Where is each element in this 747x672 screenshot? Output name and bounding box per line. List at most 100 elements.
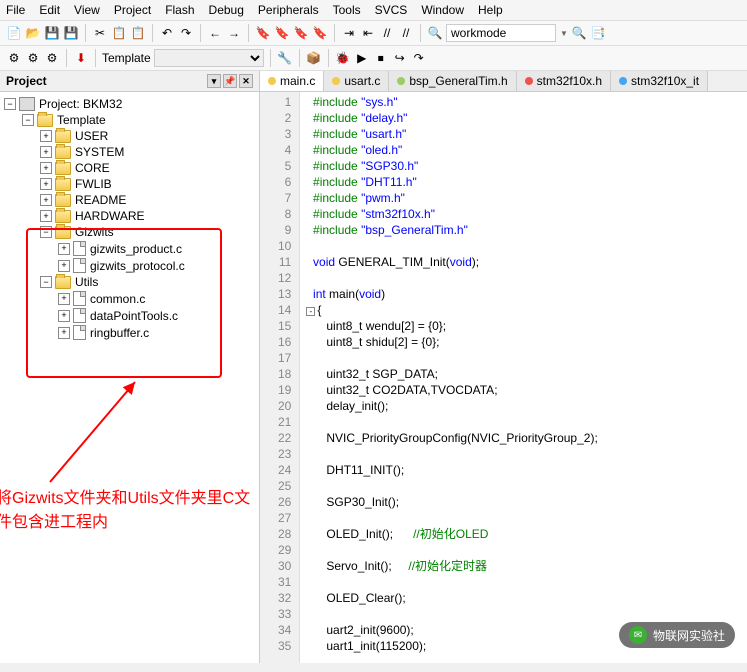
watermark-text: 物联网实验社 [653, 627, 725, 644]
tree-file-ringbuffer-c[interactable]: +ringbuffer.c [4, 324, 255, 341]
build-icon[interactable]: ⚙ [6, 50, 22, 66]
rebuild-icon[interactable]: ⚙ [25, 50, 41, 66]
menu-flash[interactable]: Flash [165, 3, 194, 17]
tab-status-icon [525, 77, 533, 85]
tree-folder-utils[interactable]: −Utils [4, 274, 255, 290]
copy-icon[interactable]: 📋 [111, 25, 127, 41]
toolbar-1: 📄 📂 💾 💾 ✂ 📋 📋 ↶ ↷ ← → 🔖 🔖 🔖 🔖 ⇥ ⇤ // // … [0, 21, 747, 46]
menu-debug[interactable]: Debug [209, 3, 244, 17]
open-icon[interactable]: 📂 [25, 25, 41, 41]
menu-help[interactable]: Help [478, 3, 503, 17]
folder-icon [55, 210, 71, 223]
project-panel-title: Project ▾ 📌 ✕ [0, 71, 259, 92]
project-title-text: Project [6, 74, 47, 88]
tree-folder-gizwits[interactable]: −Gizwits [4, 224, 255, 240]
folder-icon [55, 226, 71, 239]
build-all-icon[interactable]: ⚙ [44, 50, 60, 66]
indent-icon[interactable]: ⇥ [341, 25, 357, 41]
tab-status-icon [268, 77, 276, 85]
tree-file-gizwits_protocol-c[interactable]: +gizwits_protocol.c [4, 257, 255, 274]
project-icon [19, 97, 35, 111]
tree-file-dataPointTools-c[interactable]: +dataPointTools.c [4, 307, 255, 324]
paste-icon[interactable]: 📋 [130, 25, 146, 41]
file-icon [73, 291, 86, 306]
code-view[interactable]: 1234567891011121314151617181920212223242… [260, 92, 747, 663]
tab-usart-c[interactable]: usart.c [324, 71, 389, 91]
menu-window[interactable]: Window [421, 3, 464, 17]
nav-back-icon[interactable]: ← [207, 25, 223, 41]
nav-fwd-icon[interactable]: → [226, 25, 242, 41]
cut-icon[interactable]: ✂ [92, 25, 108, 41]
tree-file-common-c[interactable]: +common.c [4, 290, 255, 307]
file-icon [73, 308, 86, 323]
tree-folder-system[interactable]: +SYSTEM [4, 144, 255, 160]
find-next-icon[interactable]: 🔍 [571, 25, 587, 41]
new-icon[interactable]: 📄 [6, 25, 22, 41]
stop-icon[interactable]: ⏹ [373, 50, 389, 66]
tab-stm32f10x-h[interactable]: stm32f10x.h [517, 71, 611, 91]
find-files-icon[interactable]: 📑 [590, 25, 606, 41]
tab-status-icon [332, 77, 340, 85]
comment-icon[interactable]: // [379, 25, 395, 41]
tab-status-icon [619, 77, 627, 85]
find-input[interactable] [446, 24, 556, 42]
menu-view[interactable]: View [74, 3, 100, 17]
annotation-arrow [40, 372, 160, 492]
menu-edit[interactable]: Edit [39, 3, 60, 17]
menu-file[interactable]: File [6, 3, 25, 17]
save-all-icon[interactable]: 💾 [63, 25, 79, 41]
folder-icon [55, 146, 71, 159]
find-dropdown-icon[interactable]: ▼ [560, 29, 568, 38]
bookmark-prev-icon[interactable]: 🔖 [274, 25, 290, 41]
menu-svcs[interactable]: SVCS [375, 3, 408, 17]
tree-folder-fwlib[interactable]: +FWLIB [4, 176, 255, 192]
annotation-text: 将Gizwits文件夹和Utils文件夹里C文件包含进工程内 [0, 484, 259, 532]
tree-folder-readme[interactable]: +README [4, 192, 255, 208]
tree-folder-hardware[interactable]: +HARDWARE [4, 208, 255, 224]
uncomment-icon[interactable]: // [398, 25, 414, 41]
tab-main-c[interactable]: main.c [260, 71, 324, 91]
target-select[interactable] [154, 49, 264, 67]
menu-tools[interactable]: Tools [333, 3, 361, 17]
tree-folder-user[interactable]: +USER [4, 128, 255, 144]
options-icon[interactable]: 🔧 [277, 50, 293, 66]
find-icon[interactable]: 🔍 [427, 25, 443, 41]
download-icon[interactable]: ⬇ [73, 50, 89, 66]
tree-template[interactable]: −Template [4, 112, 255, 128]
file-icon [73, 325, 86, 340]
menu-peripherals[interactable]: Peripherals [258, 3, 319, 17]
wechat-icon: ✉ [629, 626, 647, 644]
editor-area: main.cusart.cbsp_GeneralTim.hstm32f10x.h… [260, 71, 747, 663]
panel-menu-icon[interactable]: ▾ [207, 74, 221, 88]
folder-icon [55, 162, 71, 175]
manage-icon[interactable]: 📦 [306, 50, 322, 66]
step-icon[interactable]: ↪ [392, 50, 408, 66]
panel-pin-icon[interactable]: 📌 [223, 74, 237, 88]
file-icon [73, 241, 86, 256]
tree-file-gizwits_product-c[interactable]: +gizwits_product.c [4, 240, 255, 257]
project-panel: Project ▾ 📌 ✕ −Project: BKM32−Template+U… [0, 71, 260, 663]
bookmark-next-icon[interactable]: 🔖 [293, 25, 309, 41]
toolbar-2: ⚙ ⚙ ⚙ ⬇ Template 🔧 📦 🐞 ▶ ⏹ ↪ ↷ [0, 46, 747, 71]
file-icon [73, 258, 86, 273]
folder-icon [55, 276, 71, 289]
menu-project[interactable]: Project [114, 3, 151, 17]
debug-icon[interactable]: 🐞 [335, 50, 351, 66]
folder-icon [55, 194, 71, 207]
tab-stm32f10x_it[interactable]: stm32f10x_it [611, 71, 708, 91]
tree-folder-core[interactable]: +CORE [4, 160, 255, 176]
tab-bsp_GeneralTim-h[interactable]: bsp_GeneralTim.h [389, 71, 516, 91]
redo-icon[interactable]: ↷ [178, 25, 194, 41]
tree-root[interactable]: −Project: BKM32 [4, 96, 255, 112]
line-gutter: 1234567891011121314151617181920212223242… [260, 92, 300, 663]
run-icon[interactable]: ▶ [354, 50, 370, 66]
save-icon[interactable]: 💾 [44, 25, 60, 41]
bookmark-icon[interactable]: 🔖 [255, 25, 271, 41]
step-over-icon[interactable]: ↷ [411, 50, 427, 66]
undo-icon[interactable]: ↶ [159, 25, 175, 41]
code-lines[interactable]: #include "sys.h" #include "delay.h" #inc… [300, 92, 603, 663]
panel-close-icon[interactable]: ✕ [239, 74, 253, 88]
project-tree[interactable]: −Project: BKM32−Template+USER+SYSTEM+COR… [0, 92, 259, 663]
outdent-icon[interactable]: ⇤ [360, 25, 376, 41]
bookmark-clear-icon[interactable]: 🔖 [312, 25, 328, 41]
